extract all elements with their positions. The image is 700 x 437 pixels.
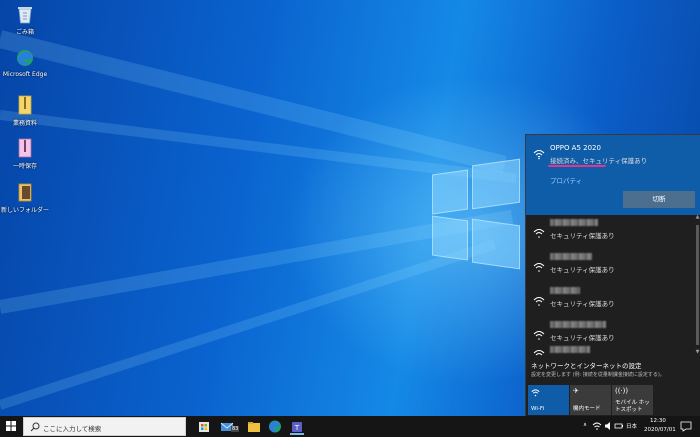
light-ray	[0, 30, 507, 174]
folder-icon	[16, 182, 34, 202]
mail-badge: 83	[231, 426, 240, 432]
airplane-mode-tile[interactable]: ✈ 機内モード	[570, 385, 611, 415]
highlight-underline	[548, 165, 606, 167]
network-status: セキュリティ保護あり	[550, 334, 615, 342]
tray-chevron-icon[interactable]: ∧	[583, 422, 587, 428]
desktop-icon-recycle-bin[interactable]: ごみ箱	[0, 4, 50, 36]
clock-date[interactable]: 2020/07/01	[644, 427, 676, 433]
svg-text:T: T	[294, 424, 300, 432]
network-name-blurred	[550, 253, 592, 260]
properties-link[interactable]: プロパティ	[550, 175, 582, 185]
desktop-icon-label: 新しいフォルダー	[0, 207, 49, 214]
desktop-icon-label: Microsoft Edge	[2, 71, 48, 78]
network-tray-icon[interactable]	[592, 421, 602, 431]
scroll-thumb[interactable]	[696, 225, 699, 345]
wifi-secure-icon	[533, 326, 545, 340]
desktop-icon-label: 業務資料	[12, 120, 37, 127]
network-list-scrollbar[interactable]: ▲ ▼	[695, 215, 700, 355]
windows-logo-wallpaper	[432, 158, 522, 270]
wifi-secure-icon	[533, 224, 545, 238]
tile-label: Wi-Fi	[531, 405, 545, 412]
document-zip-icon	[16, 138, 34, 158]
wifi-secure-icon	[533, 345, 545, 357]
taskbar-search-box[interactable]: ここに入力して検索	[23, 417, 186, 436]
search-placeholder: ここに入力して検索	[43, 425, 102, 433]
start-button[interactable]	[0, 416, 22, 437]
network-list-item[interactable]: セキュリティ保護あり	[526, 283, 694, 317]
mobile-hotspot-tile[interactable]: ((·)) モバイル ホットスポット	[612, 385, 653, 415]
network-name-blurred	[550, 287, 580, 294]
desktop-icon-new-folder[interactable]: 新しいフォルダー	[0, 182, 50, 214]
document-zip-icon	[16, 95, 34, 115]
battery-icon[interactable]	[614, 421, 624, 431]
network-list-item[interactable]: セキュリティ保護あり	[526, 215, 694, 249]
network-status: 接続済み、セキュリティ保護あり	[550, 157, 648, 165]
ime-indicator[interactable]: 日本	[626, 422, 637, 430]
network-settings-description: 設定を変更します (例: 接続を従量制課金接続に設定する)。	[531, 372, 665, 378]
explorer-taskbar-button[interactable]	[245, 418, 263, 435]
network-flyout: OPPO A5 2020 接続済み、セキュリティ保護あり プロパティ 切断 セキ…	[525, 134, 700, 416]
recycle-bin-icon	[16, 4, 34, 24]
search-icon	[30, 422, 40, 432]
network-name-blurred	[550, 346, 590, 353]
connected-network-item[interactable]: OPPO A5 2020 接続済み、セキュリティ保護あり プロパティ 切断	[526, 135, 700, 215]
wifi-secure-icon	[533, 292, 545, 306]
notification-icon[interactable]	[680, 420, 692, 432]
desktop-icon-label: ごみ箱	[15, 29, 34, 36]
store-taskbar-button[interactable]	[195, 418, 213, 435]
wifi-toggle-tile[interactable]: Wi-Fi	[528, 385, 569, 415]
hotspot-icon: ((·))	[615, 387, 629, 395]
network-settings-link[interactable]: ネットワークとインターネットの設定	[531, 360, 642, 370]
network-list-item-partial[interactable]	[526, 343, 694, 357]
tile-label: モバイル ホットスポット	[615, 400, 650, 413]
active-indicator	[290, 433, 304, 435]
network-list-item[interactable]: セキュリティ保護あり	[526, 249, 694, 283]
mail-taskbar-button[interactable]: 83	[220, 418, 242, 435]
airplane-icon: ✈	[573, 387, 579, 395]
network-status: セキュリティ保護あり	[550, 232, 615, 240]
scroll-down-icon[interactable]: ▼	[695, 350, 700, 355]
volume-icon[interactable]	[604, 421, 614, 431]
wifi-secure-icon	[533, 258, 545, 272]
network-name: OPPO A5 2020	[550, 144, 601, 152]
desktop-icon-temp-save[interactable]: 一時保存	[0, 138, 50, 170]
windows-start-icon	[6, 421, 16, 431]
desktop-icon-edge[interactable]: Microsoft Edge	[0, 48, 50, 78]
edge-icon	[269, 420, 281, 433]
wifi-signal-icon	[533, 145, 545, 160]
desktop-icon-business-docs[interactable]: 業務資料	[0, 95, 50, 127]
network-status: セキュリティ保護あり	[550, 300, 615, 308]
desktop-icon-label: 一時保存	[12, 163, 37, 170]
edge-taskbar-button[interactable]	[266, 418, 284, 435]
taskbar: ここに入力して検索 83 T ∧ 日本 12:30 2020/07/01	[0, 416, 700, 437]
scroll-up-icon[interactable]: ▲	[695, 215, 700, 220]
tile-label: 機内モード	[573, 405, 601, 412]
wifi-icon	[531, 388, 566, 398]
disconnect-button[interactable]: 切断	[623, 191, 695, 208]
clock-time[interactable]: 12:30	[650, 418, 666, 424]
file-explorer-icon	[248, 422, 260, 432]
edge-icon	[16, 48, 34, 68]
network-status: セキュリティ保護あり	[550, 266, 615, 274]
network-name-blurred	[550, 219, 598, 226]
network-name-blurred	[550, 321, 606, 328]
teams-taskbar-button[interactable]: T	[288, 418, 306, 435]
store-icon	[199, 422, 209, 432]
